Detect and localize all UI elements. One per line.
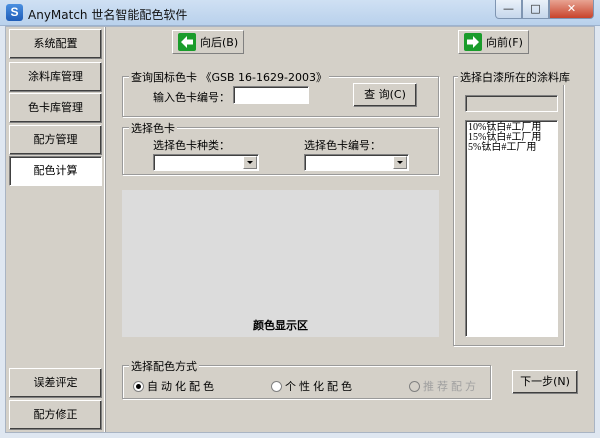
back-button[interactable]: 向后(B) [172,30,245,54]
query-group-title: 查询国标色卡 《GSB 16-1629-2003》 [129,69,329,85]
next-step-button[interactable]: 下一步(N) [512,370,578,394]
nav-formula-management[interactable]: 配方管理 [9,125,102,155]
app-logo-icon: S [6,4,23,21]
radio-checked-icon[interactable] [133,380,144,392]
window-title: AnyMatch 世名智能配色软件 [28,8,188,22]
color-display-label: 颜色显示区 [253,319,308,332]
radio-recommended-formula: 推荐配方 [409,378,479,394]
radio-unchecked-icon[interactable] [271,380,282,392]
card-code-label: 输入色卡编号： [153,91,230,104]
radio-custom-matching[interactable]: 个性化配色 [271,378,355,394]
method-group-title: 选择配色方式 [129,358,199,374]
color-matching-method-group: 选择配色方式 自动化配色 个性化配色 推荐配方 [122,358,491,399]
back-label: 向后(B) [200,36,239,49]
chevron-down-icon[interactable] [243,156,257,169]
select-card-group-title: 选择色卡 [129,120,177,136]
nav-color-card-library[interactable]: 色卡库管理 [9,93,102,123]
chevron-down-icon[interactable] [393,156,407,169]
color-display-area: 颜色显示区 [122,190,439,337]
card-type-select[interactable] [153,154,259,171]
minimize-button[interactable]: — [495,0,522,19]
maximize-button[interactable]: □ [522,0,549,19]
window-controls: — □ ✕ [495,0,594,19]
nav-divider [104,27,106,432]
card-number-label: 选择色卡编号： [304,139,381,152]
title-bar: S AnyMatch 世名智能配色软件 — □ ✕ [0,0,600,26]
list-item[interactable]: 5%钛白#工厂用 [468,143,555,153]
nav-system-config[interactable]: 系统配置 [9,29,102,59]
nav-paint-library[interactable]: 涂料库管理 [9,62,102,92]
card-code-input[interactable] [233,86,309,104]
main-client-area: 系统配置 涂料库管理 色卡库管理 配方管理 配色计算 误差评定 配方修正 向后(… [5,26,595,433]
radio-disabled-icon [409,380,420,392]
select-color-card-group: 选择色卡 选择色卡种类： 选择色卡编号： [122,120,439,175]
search-button[interactable]: 查 询(C) [353,83,417,107]
card-type-label: 选择色卡种类： [153,139,230,152]
close-button[interactable]: ✕ [549,0,594,19]
radio-auto-matching[interactable]: 自动化配色 [133,378,217,394]
forward-button[interactable]: 向前(F) [458,30,529,54]
nav-error-evaluation[interactable]: 误差评定 [9,368,102,398]
arrow-left-icon [178,33,196,51]
paint-library-group-title: 选择白漆所在的涂料库 [458,69,572,85]
query-color-card-group: 查询国标色卡 《GSB 16-1629-2003》 输入色卡编号： 查 询(C) [122,69,439,117]
card-number-select[interactable] [304,154,409,171]
nav-formula-correction[interactable]: 配方修正 [9,400,102,430]
paint-library-group: 选择白漆所在的涂料库 10%钛白#工厂用 15%钛白#工厂用 5%钛白#工厂用 [453,69,572,346]
nav-color-calculation[interactable]: 配色计算 [9,156,102,186]
arrow-right-icon [464,33,482,51]
paint-library-list[interactable]: 10%钛白#工厂用 15%钛白#工厂用 5%钛白#工厂用 [465,120,558,337]
forward-label: 向前(F) [486,36,523,49]
selected-library-field [465,95,558,112]
